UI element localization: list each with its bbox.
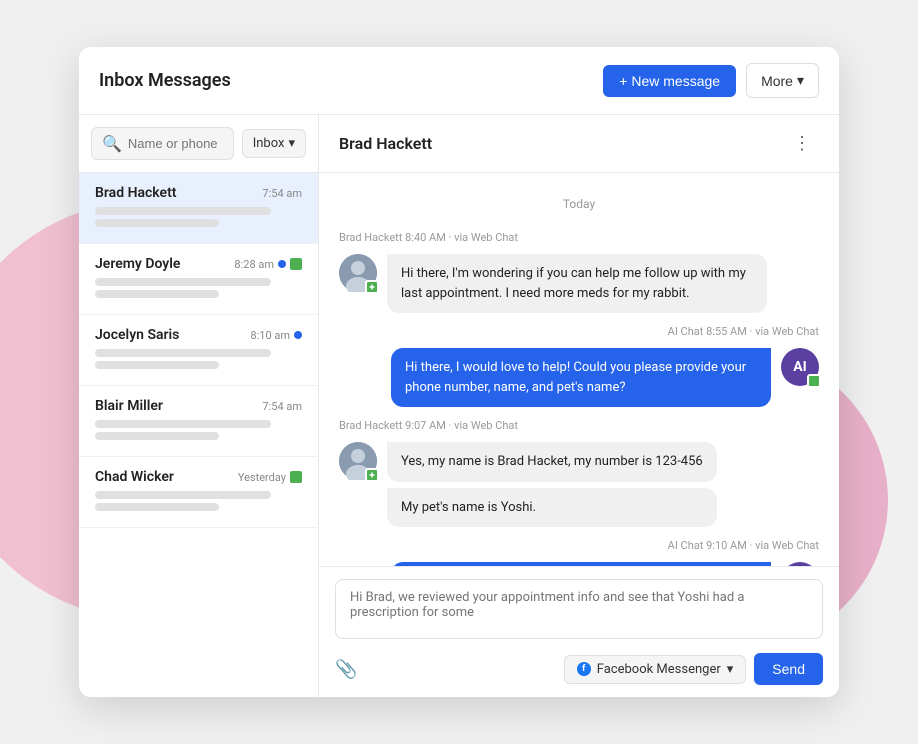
message-group-2: AI Chat 8:55 AM · via Web Chat Hi there,… xyxy=(339,325,819,407)
unread-dot xyxy=(294,331,302,339)
message-time: 9:10 AM · via Web Chat xyxy=(706,539,819,552)
outgoing-message: Hi there, I would love to help! Could yo… xyxy=(339,348,819,407)
incoming-message: Yes, my name is Brad Hacket, my number i… xyxy=(339,442,819,527)
more-chevron-icon: ▾ xyxy=(797,72,804,89)
inbox-chevron-icon: ▾ xyxy=(288,136,295,151)
message-group-3: Brad Hackett 9:07 AM · via Web Chat xyxy=(339,419,819,527)
date-divider: Today xyxy=(339,197,819,211)
app-window: Inbox Messages + New message More ▾ 🔍 In… xyxy=(79,47,839,697)
sender-name: Brad Hackett xyxy=(339,419,402,432)
search-box[interactable]: 🔍 xyxy=(91,127,234,160)
chat-input-footer: 📎 f Facebook Messenger ▾ Send xyxy=(335,653,823,685)
contact-item-chad-wicker[interactable]: Chad Wicker Yesterday xyxy=(79,457,318,528)
channel-label: Facebook Messenger xyxy=(597,662,721,677)
sender-name: AI Chat xyxy=(668,325,704,338)
ai-avatar: AI xyxy=(781,348,819,386)
contact-header: Brad Hackett 7:54 am xyxy=(95,185,302,201)
contact-preview2 xyxy=(95,290,219,298)
contact-time: Yesterday xyxy=(238,471,302,484)
inbox-dropdown[interactable]: Inbox ▾ xyxy=(242,129,306,158)
contact-preview2 xyxy=(95,361,219,369)
more-label: More xyxy=(761,73,793,89)
main-content: 🔍 Inbox ▾ Brad Hackett 7:54 am xyxy=(79,115,839,697)
attach-icon[interactable]: 📎 xyxy=(335,659,357,680)
contact-list: Brad Hackett 7:54 am Jeremy Doyle 8:28 a… xyxy=(79,173,318,697)
message-bubble: Hi there, I'm wondering if you can help … xyxy=(387,254,767,313)
contact-time: 8:28 am xyxy=(234,258,302,271)
facebook-icon: f xyxy=(577,662,591,676)
contact-item-brad-hackett[interactable]: Brad Hackett 7:54 am xyxy=(79,173,318,244)
channel-selector[interactable]: f Facebook Messenger ▾ xyxy=(564,655,747,684)
contact-time: 7:54 am xyxy=(262,400,302,413)
contact-preview1 xyxy=(95,491,271,499)
search-icon: 🔍 xyxy=(102,134,122,153)
contact-preview1 xyxy=(95,278,271,286)
avatar-chat-badge xyxy=(365,280,379,294)
avatar-chat-badge xyxy=(365,468,379,482)
chat-panel: Brad Hackett ⋮ Today Brad Hackett 8:40 A… xyxy=(319,115,839,697)
message-bubble-2: My pet's name is Yoshi. xyxy=(387,488,717,528)
contact-preview2 xyxy=(95,219,219,227)
ai-chat-badge xyxy=(807,374,821,388)
messages-area: Today Brad Hackett 8:40 AM · via Web Cha… xyxy=(319,173,839,566)
contact-name: Jeremy Doyle xyxy=(95,256,180,272)
contact-header: Jocelyn Saris 8:10 am xyxy=(95,327,302,343)
input-right-group: f Facebook Messenger ▾ Send xyxy=(564,653,823,685)
contact-header: Blair Miller 7:54 am xyxy=(95,398,302,414)
message-meta: AI Chat 9:10 AM · via Web Chat xyxy=(339,539,819,552)
header-actions: + New message More ▾ xyxy=(603,63,819,98)
avatar xyxy=(339,254,377,292)
contact-preview2 xyxy=(95,503,219,511)
contact-preview1 xyxy=(95,207,271,215)
new-message-button[interactable]: + New message xyxy=(603,65,736,97)
contact-header: Jeremy Doyle 8:28 am xyxy=(95,256,302,272)
header-bar: Inbox Messages + New message More ▾ xyxy=(79,47,839,115)
message-time: 8:55 AM · via Web Chat xyxy=(706,325,819,338)
contact-item-blair-miller[interactable]: Blair Miller 7:54 am xyxy=(79,386,318,457)
message-group-1: Brad Hackett 8:40 AM · via Web Chat xyxy=(339,231,819,313)
contact-name: Blair Miller xyxy=(95,398,163,414)
chat-input-area: 📎 f Facebook Messenger ▾ Send xyxy=(319,566,839,697)
avatar xyxy=(339,442,377,480)
contact-time: 7:54 am xyxy=(262,187,302,200)
message-time: 9:07 AM · via Web Chat xyxy=(405,419,518,432)
sidebar-search-row: 🔍 Inbox ▾ xyxy=(79,115,318,173)
chat-header: Brad Hackett ⋮ xyxy=(319,115,839,173)
sender-name: Brad Hackett xyxy=(339,231,402,244)
more-button[interactable]: More ▾ xyxy=(746,63,819,98)
contact-header: Chad Wicker Yesterday xyxy=(95,469,302,485)
page-title: Inbox Messages xyxy=(99,70,231,91)
chat-icon xyxy=(290,258,302,270)
sidebar: 🔍 Inbox ▾ Brad Hackett 7:54 am xyxy=(79,115,319,697)
contact-time: 8:10 am xyxy=(250,329,302,342)
chat-input[interactable] xyxy=(335,579,823,639)
contact-item-jeremy-doyle[interactable]: Jeremy Doyle 8:28 am xyxy=(79,244,318,315)
channel-chevron-icon: ▾ xyxy=(727,662,734,677)
unread-dot xyxy=(278,260,286,268)
contact-item-jocelyn-saris[interactable]: Jocelyn Saris 8:10 am xyxy=(79,315,318,386)
sender-name: AI Chat xyxy=(668,539,704,552)
message-group-4: AI Chat 9:10 AM · via Web Chat Thank you… xyxy=(339,539,819,566)
send-button[interactable]: Send xyxy=(754,653,823,685)
message-bubble-1: Yes, my name is Brad Hacket, my number i… xyxy=(387,442,717,482)
incoming-message: Hi there, I'm wondering if you can help … xyxy=(339,254,819,313)
message-meta: Brad Hackett 9:07 AM · via Web Chat xyxy=(339,419,819,432)
inbox-label: Inbox xyxy=(253,136,285,151)
contact-preview2 xyxy=(95,432,219,440)
message-meta: Brad Hackett 8:40 AM · via Web Chat xyxy=(339,231,819,244)
chat-icon xyxy=(290,471,302,483)
message-meta: AI Chat 8:55 AM · via Web Chat xyxy=(339,325,819,338)
contact-preview1 xyxy=(95,349,271,357)
chat-contact-name: Brad Hackett xyxy=(339,134,432,153)
message-bubble: Hi there, I would love to help! Could yo… xyxy=(391,348,771,407)
contact-preview1 xyxy=(95,420,271,428)
message-time: 8:40 AM · via Web Chat xyxy=(405,231,518,244)
chat-more-dots[interactable]: ⋮ xyxy=(785,129,819,158)
search-input[interactable] xyxy=(128,136,223,151)
contact-name: Brad Hackett xyxy=(95,185,177,201)
contact-name: Chad Wicker xyxy=(95,469,174,485)
stacked-bubbles: Yes, my name is Brad Hacket, my number i… xyxy=(387,442,717,527)
contact-name: Jocelyn Saris xyxy=(95,327,179,343)
